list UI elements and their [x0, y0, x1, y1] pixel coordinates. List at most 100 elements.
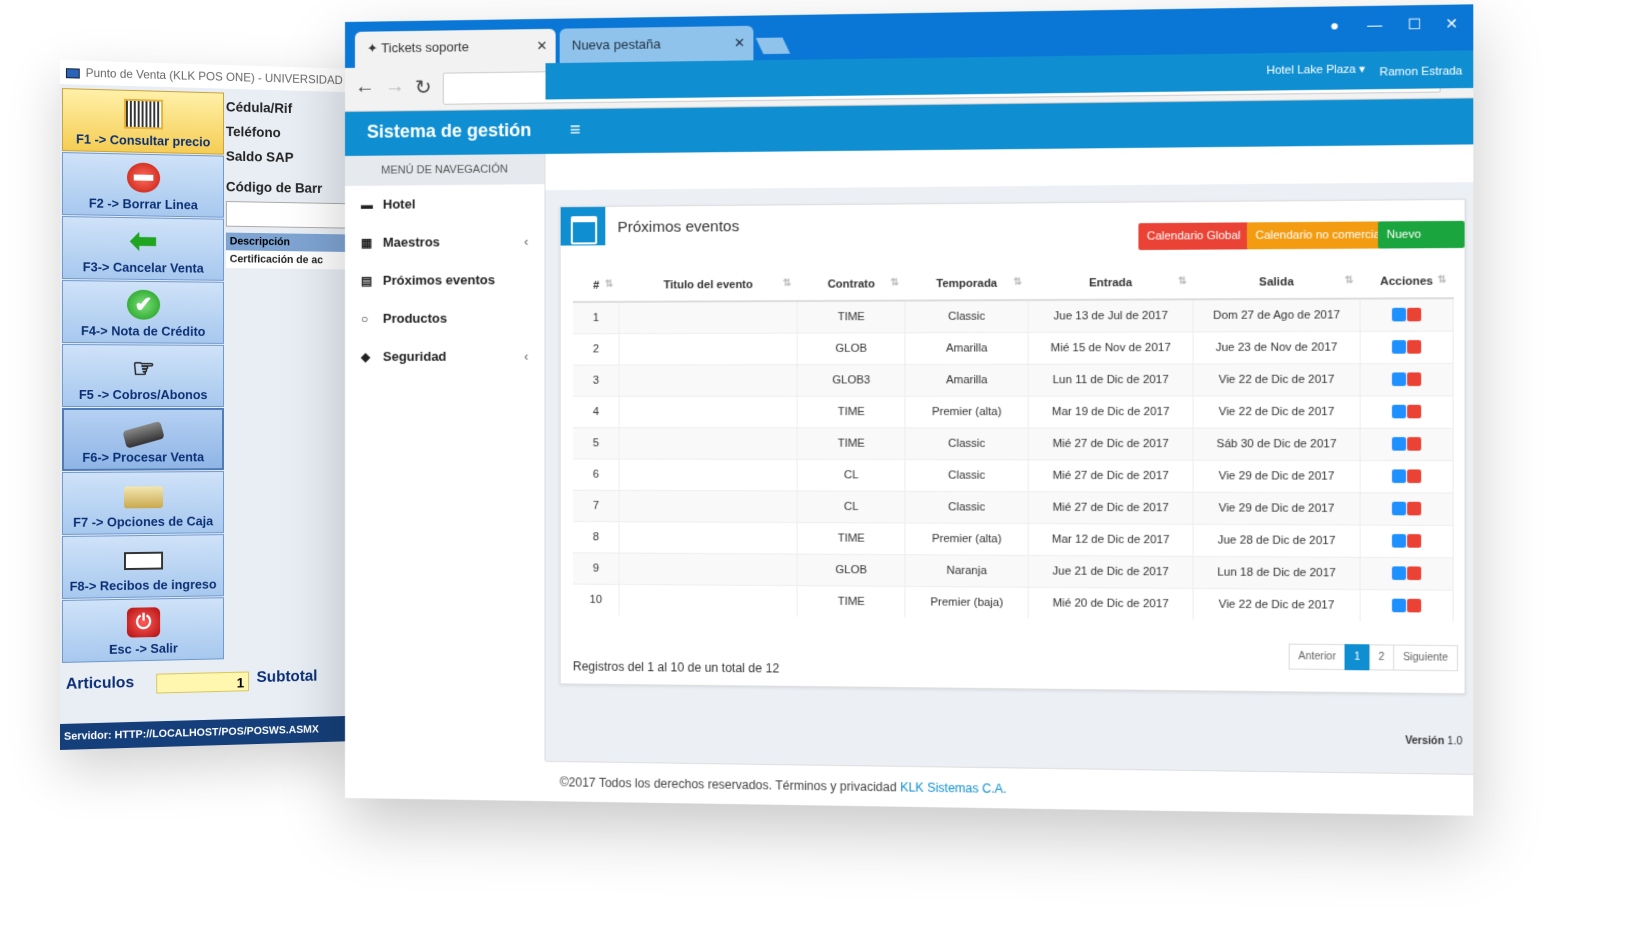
tab-nueva-pestana[interactable]: Nueva pestaña ✕ [559, 25, 754, 66]
col-header-temporada[interactable]: Temporada ⇅ [905, 267, 1029, 301]
delete-icon[interactable] [1407, 469, 1422, 484]
tab-tickets-soporte[interactable]: ✦ Tickets soporte ✕ [354, 28, 556, 68]
delete-icon[interactable] [1407, 372, 1422, 387]
tab-label: Nueva pestaña [571, 36, 661, 53]
f8-recibos-ingreso-button[interactable]: F8-> Recibos de ingreso [61, 534, 224, 599]
pager-next-button[interactable]: Siguiente [1393, 644, 1458, 672]
edit-icon[interactable] [1391, 437, 1407, 451]
sort-icon: ⇅ [1437, 274, 1447, 286]
app-brand[interactable]: Sistema de gestión [367, 120, 532, 143]
cell-temporada: Classic [905, 427, 1029, 460]
reload-icon[interactable]: ↻ [415, 75, 432, 100]
f2-borrar-linea-button[interactable]: F2 -> Borrar Linea [61, 152, 224, 218]
cell-entrada: Lun 11 de Dic de 2017 [1028, 363, 1194, 396]
delete-icon[interactable] [1407, 534, 1422, 548]
pos-window-title: Punto de Venta (KLK POS ONE) - UNIVERSID… [85, 65, 343, 88]
pager-page-1[interactable]: 1 [1344, 644, 1370, 671]
browser-window: ✦ Tickets soporte ✕ Nueva pestaña ✕ ● — … [345, 4, 1474, 816]
table-row: 1 TIME Classic Jue 13 de Jul de 2017 Dom 27 … [572, 298, 1454, 334]
edit-icon[interactable] [1391, 469, 1407, 484]
close-tab-icon[interactable]: ✕ [537, 29, 548, 63]
table-row: 6 CL Classic Mié 27 de Dic de 2017 Vie 29 de… [572, 458, 1454, 493]
sort-icon: ⇅ [1177, 275, 1187, 287]
delete-icon[interactable] [1407, 307, 1422, 322]
edit-icon[interactable] [1391, 566, 1407, 580]
esc-salir-button[interactable]: ⏻ Esc -> Salir [61, 597, 224, 663]
delete-icon[interactable] [1407, 566, 1422, 581]
cell-titulo [619, 521, 798, 554]
chevron-left-icon: ‹ [523, 348, 529, 364]
cell-number: 2 [572, 333, 620, 365]
col-header-titulo[interactable]: Titulo del evento ⇅ [619, 268, 798, 302]
minimize-icon[interactable]: — [1367, 16, 1382, 33]
table-row: 10 TIME Premier (baja) Mié 20 de Dic de 201… [572, 583, 1454, 623]
arrow-left-icon: ⬅ [129, 222, 158, 261]
delete-icon[interactable] [1407, 599, 1422, 613]
f3-cancelar-venta-button[interactable]: ⬅ F3-> Cancelar Venta [61, 216, 224, 281]
maximize-icon[interactable]: ☐ [1408, 16, 1422, 34]
sidebar-item-productos[interactable]: ○ Productos [345, 299, 545, 338]
nuevo-evento-button[interactable]: Nuevo evento [1377, 220, 1465, 268]
f6-procesar-venta-button[interactable]: F6-> Procesar Venta [61, 407, 224, 471]
delete-icon[interactable] [1407, 437, 1422, 451]
f5-cobros-abonos-button[interactable]: ☞ F5 -> Cobros/Abonos [61, 344, 224, 407]
col-header-contrato[interactable]: Contrato ⇅ [797, 267, 906, 302]
edit-icon[interactable] [1391, 534, 1407, 548]
codigo-barras-label: Código de Barr [225, 178, 323, 196]
cell-salida: Vie 29 de Dic de 2017 [1193, 491, 1361, 525]
no-entry-icon [126, 162, 161, 193]
user-menu[interactable]: Ramon Estrada [1380, 65, 1463, 79]
profile-icon[interactable]: ● [1330, 17, 1339, 34]
hamburger-icon[interactable]: ≡ [570, 119, 581, 140]
cell-number: 6 [572, 458, 620, 490]
sidebar-item-hotel[interactable]: ▬ Hotel [345, 184, 545, 224]
new-tab-button[interactable] [755, 37, 791, 55]
edit-icon[interactable] [1391, 372, 1407, 387]
sort-icon: ⇅ [1013, 276, 1023, 288]
barcode-input[interactable] [225, 201, 350, 229]
calendar-icon: ▤ [360, 273, 373, 288]
cell-entrada: Mié 27 de Dic de 2017 [1028, 459, 1194, 492]
line-item-row[interactable]: Certificación de ac [225, 250, 350, 270]
cell-temporada: Premier (alta) [905, 395, 1029, 428]
back-icon[interactable]: ← [355, 76, 375, 99]
cell-acciones [1360, 395, 1454, 428]
pager-prev-button[interactable]: Anterior [1288, 643, 1346, 671]
edit-icon[interactable] [1391, 308, 1407, 322]
edit-icon[interactable] [1391, 501, 1407, 516]
pos-window: Punto de Venta (KLK POS ONE) - UNIVERSID… [60, 60, 350, 750]
col-header-acciones[interactable]: Acciones ⇅ [1360, 264, 1454, 299]
sidebar-item-seguridad[interactable]: ◆ Seguridad ‹ [345, 337, 545, 376]
cell-salida: Sáb 30 de Dic de 2017 [1193, 427, 1361, 460]
calendario-global-button[interactable]: Calendario Global [1138, 222, 1250, 251]
edit-icon[interactable] [1391, 598, 1407, 613]
sort-icon: ⇅ [1344, 274, 1354, 287]
col-header-number[interactable]: # ⇅ [572, 269, 620, 303]
col-header-salida[interactable]: Salida ⇅ [1193, 265, 1361, 300]
f4-nota-credito-button[interactable]: ✔ F4-> Nota de Crédito [61, 280, 224, 344]
cell-titulo [619, 301, 798, 334]
delete-icon[interactable] [1407, 404, 1422, 419]
table-row: 2 GLOB Amarilla Mié 15 de Nov de 2017 Jue 23… [572, 330, 1454, 365]
footer-text: ©2017 Todos los derechos reservados. Tér… [559, 775, 897, 795]
calendario-no-comercial-button[interactable]: Calendario no comercial [1246, 221, 1392, 250]
close-tab-icon[interactable]: ✕ [734, 26, 745, 61]
footer-brand-link[interactable]: KLK Sistemas C.A. [900, 780, 1007, 796]
delete-icon[interactable] [1407, 340, 1422, 354]
col-header-entrada[interactable]: Entrada ⇅ [1028, 266, 1194, 301]
saldo-label: Saldo SAP [225, 147, 294, 166]
hotel-selector[interactable]: Hotel Lake Plaza ▾ [1266, 62, 1365, 77]
close-window-icon[interactable]: ✕ [1445, 15, 1458, 33]
delete-icon[interactable] [1407, 501, 1422, 516]
forward-icon[interactable]: → [385, 75, 405, 98]
sidebar-item-maestros[interactable]: ▦ Maestros ‹ [345, 222, 545, 262]
cell-salida: Vie 22 de Dic de 2017 [1193, 363, 1361, 396]
f7-opciones-caja-button[interactable]: F7 -> Opciones de Caja [61, 471, 224, 535]
cell-contrato: TIME [797, 300, 906, 333]
edit-icon[interactable] [1391, 404, 1407, 419]
receipt-icon [124, 551, 164, 571]
edit-icon[interactable] [1391, 340, 1407, 354]
sidebar-item-proximos-eventos[interactable]: ▤ Próximos eventos [345, 261, 545, 300]
f1-consultar-precio-button[interactable]: F1 -> Consultar precio [61, 88, 224, 155]
pager-page-2[interactable]: 2 [1368, 644, 1395, 671]
